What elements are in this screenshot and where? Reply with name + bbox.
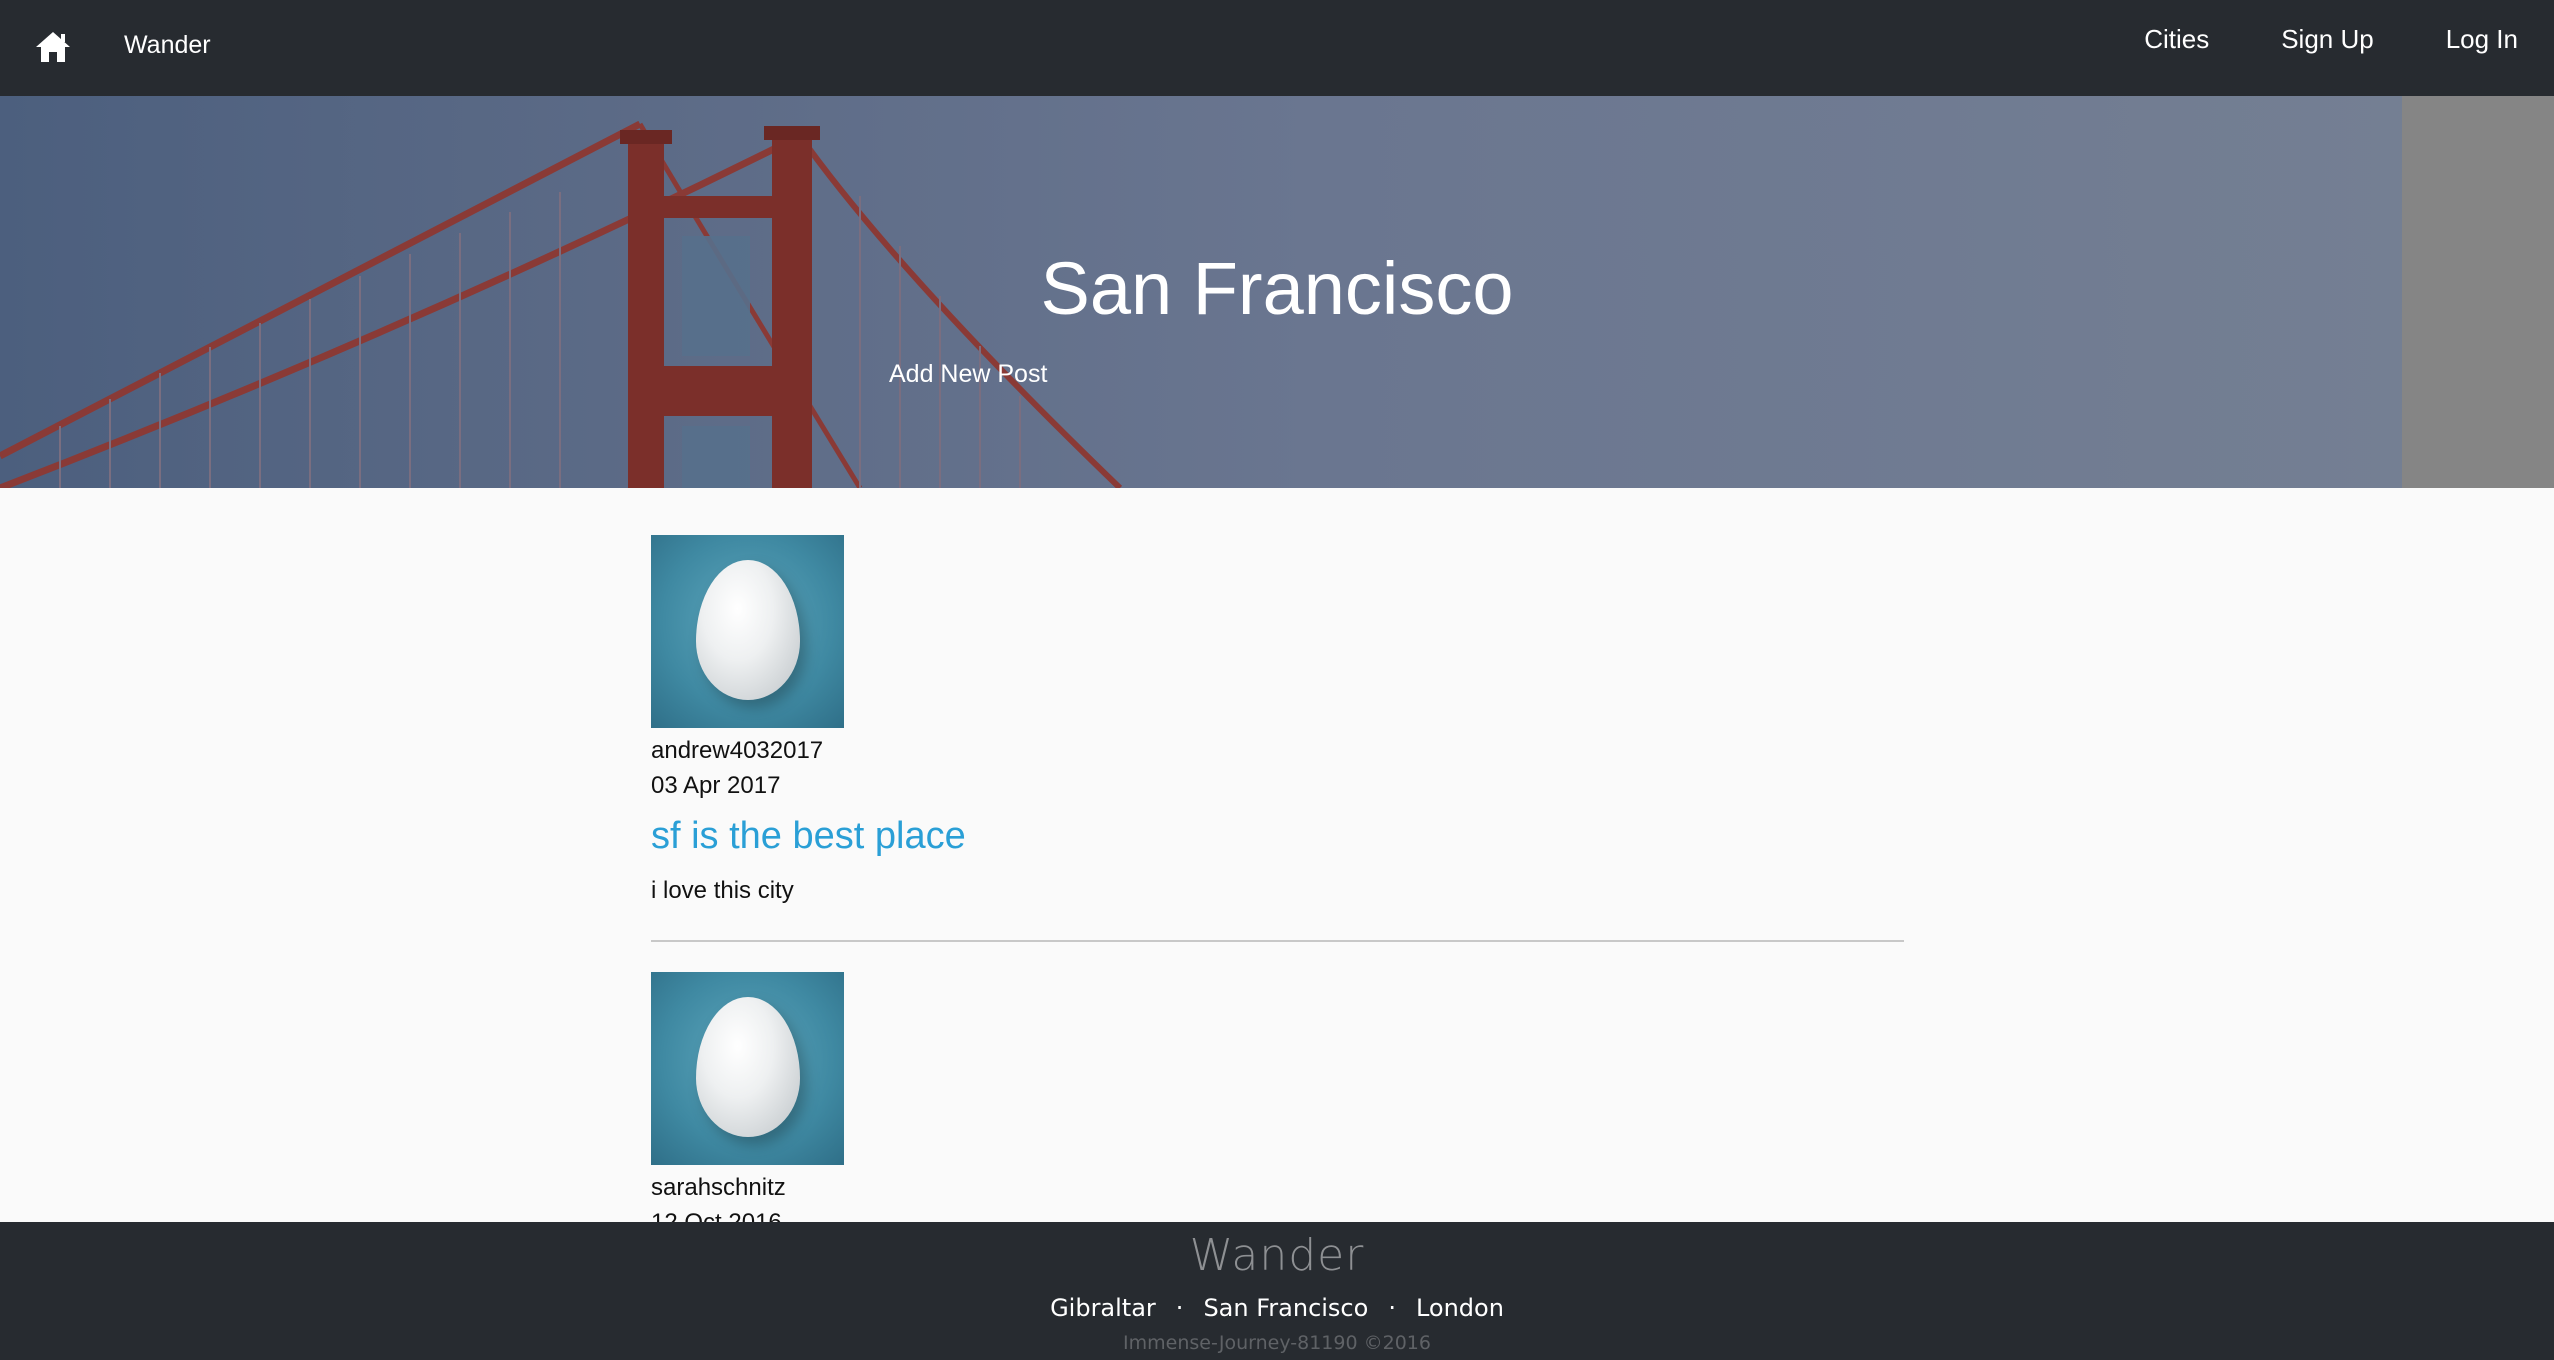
post-username[interactable]: sarahschnitz: [651, 1171, 1904, 1205]
top-navbar: Wander Cities Sign Up Log In: [0, 0, 2554, 96]
home-icon[interactable]: [34, 30, 72, 64]
egg-avatar-icon[interactable]: [651, 972, 844, 1165]
page-title: San Francisco: [1040, 247, 1514, 330]
post-title-link[interactable]: sf is the best place: [651, 812, 1904, 860]
footer-copyright: Immense-Journey-81190 ©2016: [1123, 1332, 1431, 1354]
footer-link-london[interactable]: London: [1416, 1294, 1504, 1322]
post-list: andrew4032017 03 Apr 2017 sf is the best…: [651, 535, 1904, 1241]
footer-separator: ·: [1388, 1294, 1396, 1322]
post-date: 03 Apr 2017: [651, 772, 781, 799]
nav-link-login[interactable]: Log In: [2446, 24, 2518, 55]
footer-link-san-francisco[interactable]: San Francisco: [1203, 1294, 1368, 1322]
nav-link-signup[interactable]: Sign Up: [2281, 24, 2374, 55]
post-username[interactable]: andrew4032017: [651, 734, 1904, 768]
footer-brand: Wander: [1189, 1230, 1365, 1281]
brand-link[interactable]: Wander: [124, 31, 211, 60]
add-new-post-link[interactable]: Add New Post: [889, 360, 1047, 389]
nav-link-cities[interactable]: Cities: [2144, 24, 2209, 55]
nav-links: Cities Sign Up Log In: [2108, 24, 2554, 55]
footer: Wander Gibraltar · San Francisco · Londo…: [0, 1222, 2554, 1360]
footer-city-links: Gibraltar · San Francisco · London: [0, 1294, 2554, 1322]
post-divider: [651, 940, 1904, 942]
footer-link-gibraltar[interactable]: Gibraltar: [1050, 1294, 1156, 1322]
post-item: andrew4032017 03 Apr 2017 sf is the best…: [651, 535, 1904, 942]
city-hero-banner: San Francisco Add New Post: [0, 96, 2554, 488]
footer-separator: ·: [1175, 1294, 1184, 1322]
post-item: sarahschnitz 12 Oct 2016: [651, 972, 1904, 1241]
egg-avatar-icon[interactable]: [651, 535, 844, 728]
post-body: i love this city: [651, 877, 794, 904]
